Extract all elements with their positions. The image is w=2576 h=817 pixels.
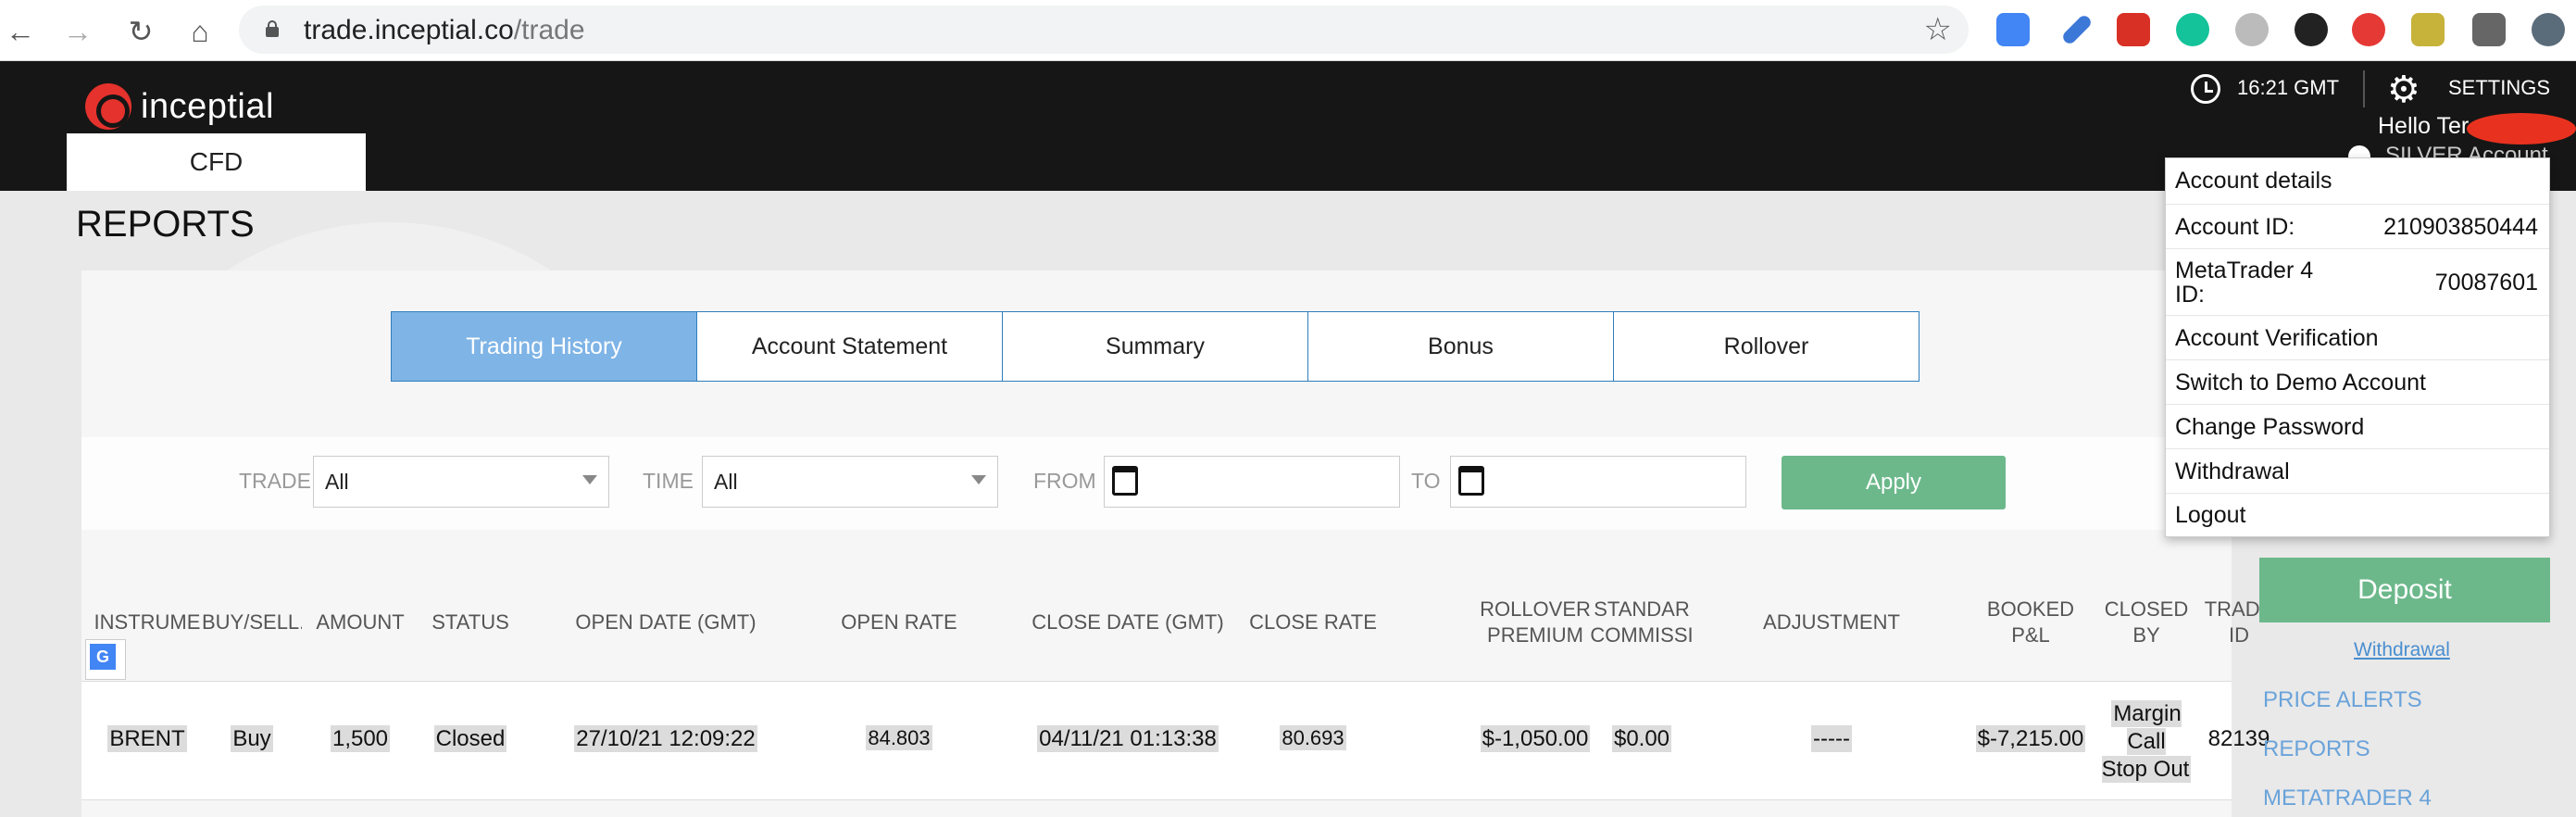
divider (2363, 70, 2365, 107)
translate-ext-icon[interactable] (1996, 13, 2030, 46)
to-date-input[interactable] (1450, 456, 1746, 508)
account-dropdown: Account details Account ID: 210903850444… (2165, 157, 2550, 537)
time-filter-label: TIME (643, 469, 694, 493)
pen-ext-icon[interactable] (2060, 13, 2094, 46)
fire-ext-icon[interactable] (2295, 13, 2328, 46)
clock-icon (2191, 74, 2220, 104)
pdf-ext-icon[interactable] (2117, 13, 2150, 46)
mt4-id-row: MetaTrader 4 ID: 70087601 (2166, 249, 2549, 316)
trade-select-value: All (325, 470, 349, 494)
url-text: trade.inceptial.co/trade (304, 15, 585, 45)
from-date-input[interactable] (1104, 456, 1400, 508)
from-label: FROM (1033, 469, 1096, 493)
page-title: REPORTS (76, 204, 255, 245)
calendar-icon[interactable] (1458, 466, 1484, 496)
apply-button[interactable]: Apply (1782, 456, 2006, 509)
menu-item-change-password[interactable]: Change Password (2166, 405, 2549, 449)
report-tabs: Trading History Account Statement Summar… (391, 311, 1919, 382)
google-translate-icon[interactable]: G (85, 639, 126, 680)
bookmark-star-icon[interactable]: ☆ (1924, 11, 1952, 48)
mt4-id-value: 70087601 (2434, 270, 2538, 295)
forward-icon[interactable]: → (59, 13, 96, 50)
address-bar[interactable]: trade.inceptial.co/trade ☆ (239, 6, 1969, 54)
chevron-down-icon (971, 475, 986, 484)
logo[interactable]: inceptial (85, 82, 274, 132)
table-cell: BRENT (107, 725, 187, 752)
tab-rollover[interactable]: Rollover (1613, 311, 1919, 382)
deposit-button[interactable]: Deposit (2259, 558, 2550, 622)
table-cell: Closed (433, 725, 507, 752)
table-cell: 1,500 (330, 725, 391, 752)
column-header[interactable]: OPEN DATE (GMT) (535, 610, 796, 635)
table-cell: Buy (231, 725, 273, 752)
gear-icon[interactable]: ⚙ (2387, 69, 2420, 111)
tab-bonus[interactable]: Bonus (1307, 311, 1614, 382)
trade-select[interactable]: All (313, 456, 609, 508)
emoji-ext-icon[interactable] (2235, 13, 2269, 46)
mt4-id-label: MetaTrader 4 ID: (2175, 258, 2314, 308)
column-header[interactable]: AMOUNT (304, 610, 417, 635)
tab-account-statement[interactable]: Account Statement (696, 311, 1003, 382)
menu-item-logout[interactable]: Logout (2166, 494, 2549, 536)
column-header[interactable]: STATUS (417, 610, 524, 635)
grammarly-ext-icon[interactable] (2176, 13, 2209, 46)
menu-item-switch-demo[interactable]: Switch to Demo Account (2166, 360, 2549, 405)
price-alerts-link[interactable]: PRICE ALERTS (2263, 687, 2422, 713)
calendar-icon[interactable] (1112, 466, 1138, 496)
column-header[interactable]: STANDAR COMMISSI (1572, 597, 1711, 648)
plant-ext-icon[interactable] (2411, 13, 2445, 46)
column-header[interactable]: BUY/SELL.. (202, 610, 302, 635)
filter-bar: TRADE All TIME All FROM TO Apply (81, 437, 2232, 530)
time-select-value: All (714, 470, 738, 494)
table-header: INSTRUME BUY/SELL.. AMOUNT STATUS OPEN D… (81, 584, 2273, 682)
column-header[interactable]: INSTRUME (93, 610, 202, 635)
table-row[interactable]: BRENT Buy 1,500 Closed 27/10/21 12:09:22… (81, 682, 2270, 800)
withdrawal-link[interactable]: Withdrawal (2354, 639, 2450, 661)
to-label: TO (1411, 469, 1441, 493)
metatrader-link[interactable]: METATRADER 4 (2263, 786, 2432, 811)
logo-mark-icon (85, 83, 131, 130)
lock-icon (266, 20, 279, 37)
puzzle-ext-icon[interactable] (2472, 13, 2506, 46)
tab-cfd[interactable]: CFD (67, 133, 366, 191)
logo-text: inceptial (141, 86, 274, 126)
translate-glyph: G (90, 644, 116, 670)
menu-item-account-verification[interactable]: Account Verification (2166, 316, 2549, 360)
account-id-value: 210903850444 (2383, 214, 2538, 240)
reports-link[interactable]: REPORTS (2263, 736, 2370, 762)
trade-filter-label: TRADE (239, 469, 311, 493)
reload-icon[interactable]: ↻ (122, 13, 159, 50)
tab-summary[interactable]: Summary (1002, 311, 1308, 382)
table-cell: $0.00 (1611, 725, 1672, 752)
tab-trading-history[interactable]: Trading History (391, 311, 697, 382)
account-id-row: Account ID: 210903850444 (2166, 205, 2549, 249)
menu-item-withdrawal[interactable]: Withdrawal (2166, 449, 2549, 494)
time-select[interactable]: All (702, 456, 998, 508)
greeting[interactable]: Hello Ter (2378, 113, 2469, 140)
sync-ext-icon[interactable] (2352, 13, 2385, 46)
server-time: 16:21 GMT (2237, 76, 2340, 99)
account-details-heading: Account details (2166, 158, 2549, 205)
settings-link[interactable]: SETTINGS (2448, 76, 2550, 100)
avatar-icon[interactable] (2532, 13, 2565, 46)
chevron-down-icon (582, 475, 597, 484)
table-cell: 27/10/21 12:09:22 (574, 725, 757, 752)
home-icon[interactable]: ⌂ (181, 13, 219, 50)
browser-toolbar: ← → ↻ ⌂ trade.inceptial.co/trade ☆ (0, 0, 2576, 61)
account-id-label: Account ID: (2175, 214, 2295, 240)
redaction-mark (2467, 113, 2576, 145)
back-icon[interactable]: ← (2, 13, 39, 50)
